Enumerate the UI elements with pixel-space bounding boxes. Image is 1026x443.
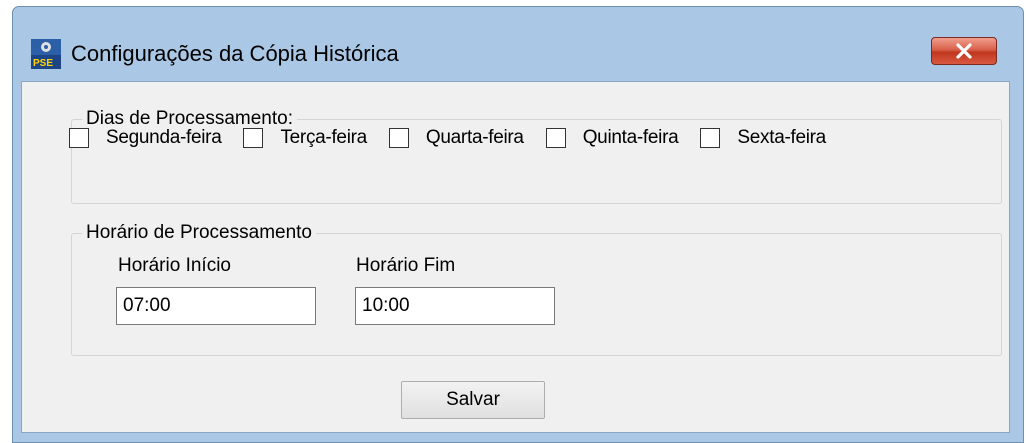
checkbox-label: Quinta-feira: [582, 127, 679, 148]
end-time-input[interactable]: [355, 287, 555, 325]
start-time-label: Horário Início: [118, 255, 231, 276]
checkbox-label: Quarta-feira: [425, 127, 524, 148]
dialog-client-area: Dias de Processamento: Segunda-feira Ter…: [21, 81, 1010, 433]
checkbox-box[interactable]: [69, 128, 89, 148]
checkbox-tuesday[interactable]: Terça-feira: [243, 127, 367, 149]
checkbox-label: Terça-feira: [280, 127, 367, 148]
checkbox-monday[interactable]: Segunda-feira: [69, 127, 222, 149]
days-checkbox-row: Segunda-feira Terça-feira Quarta-feira Q…: [69, 127, 826, 149]
checkbox-box[interactable]: [243, 128, 264, 148]
checkbox-label: Segunda-feira: [106, 127, 222, 148]
dialog-window: PSE Configurações da Cópia Histórica Dia…: [12, 6, 1024, 443]
title-bar[interactable]: PSE Configurações da Cópia Histórica: [13, 7, 1023, 89]
pse-app-icon: PSE: [31, 39, 61, 69]
save-button[interactable]: Salvar: [401, 381, 545, 419]
checkbox-box[interactable]: [388, 128, 409, 148]
close-button[interactable]: [931, 37, 997, 65]
close-icon: [956, 43, 972, 59]
checkbox-thursday[interactable]: Quinta-feira: [545, 127, 679, 149]
processing-time-legend: Horário de Processamento: [86, 222, 312, 243]
window-title: Configurações da Cópia Histórica: [71, 41, 399, 66]
checkbox-label: Sexta-feira: [737, 127, 826, 148]
end-time-label: Horário Fim: [356, 255, 456, 276]
checkbox-friday[interactable]: Sexta-feira: [700, 127, 826, 149]
processing-days-group: Dias de Processamento:: [71, 108, 1002, 204]
checkbox-wednesday[interactable]: Quarta-feira: [388, 127, 524, 149]
start-time-input[interactable]: [116, 287, 316, 325]
checkbox-box[interactable]: [545, 128, 566, 148]
svg-text:PSE: PSE: [33, 58, 53, 69]
checkbox-box[interactable]: [700, 128, 721, 148]
